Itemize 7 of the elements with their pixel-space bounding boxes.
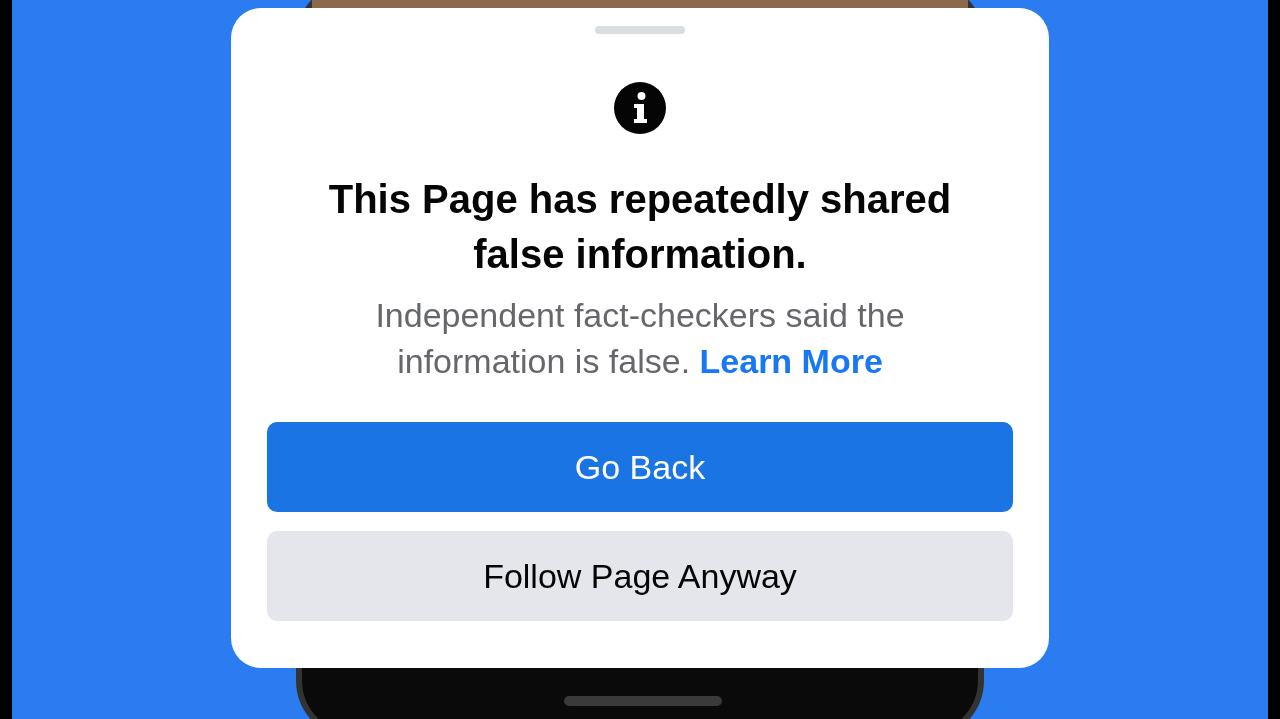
info-icon — [614, 82, 666, 134]
drag-handle[interactable] — [595, 26, 685, 34]
follow-button[interactable]: Follow Page Anyway — [267, 531, 1013, 621]
go-back-button[interactable]: Go Back — [267, 422, 1013, 512]
learn-more-link[interactable]: Learn More — [699, 342, 883, 380]
dialog-title: This Page has repeatedly shared false information. — [327, 176, 953, 278]
dialog-message: Independent fact-checkers said the information is false. Learn More — [374, 295, 906, 382]
